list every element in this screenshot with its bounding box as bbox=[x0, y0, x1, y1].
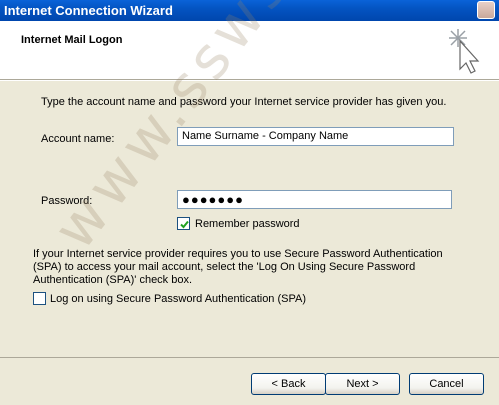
bottom-divider bbox=[0, 357, 499, 358]
spa-checkbox[interactable] bbox=[33, 292, 46, 305]
password-input[interactable]: ●●●●●●● bbox=[177, 190, 452, 209]
next-button[interactable]: Next > bbox=[325, 373, 400, 395]
wizard-header: Internet Mail Logon bbox=[0, 21, 499, 80]
close-button[interactable] bbox=[477, 1, 495, 19]
wizard-cursor-icon bbox=[446, 27, 482, 78]
remember-password-checkbox[interactable] bbox=[177, 217, 190, 230]
intro-text: Type the account name and password your … bbox=[41, 96, 447, 108]
back-button[interactable]: < Back bbox=[251, 373, 326, 395]
remember-password-label[interactable]: Remember password bbox=[195, 218, 300, 230]
cancel-button[interactable]: Cancel bbox=[409, 373, 484, 395]
spa-note-text: If your Internet service provider requir… bbox=[33, 248, 443, 286]
account-name-label: Account name: bbox=[41, 133, 115, 145]
password-label: Password: bbox=[41, 195, 93, 207]
title-bar: Internet Connection Wizard bbox=[0, 0, 499, 21]
window-title: Internet Connection Wizard bbox=[4, 3, 173, 18]
page-title: Internet Mail Logon bbox=[21, 34, 123, 46]
spa-label[interactable]: Log on using Secure Password Authenticat… bbox=[50, 293, 306, 305]
check-icon bbox=[180, 220, 189, 229]
account-name-input[interactable]: Name Surname - Company Name bbox=[177, 127, 454, 146]
header-separator bbox=[0, 80, 499, 81]
